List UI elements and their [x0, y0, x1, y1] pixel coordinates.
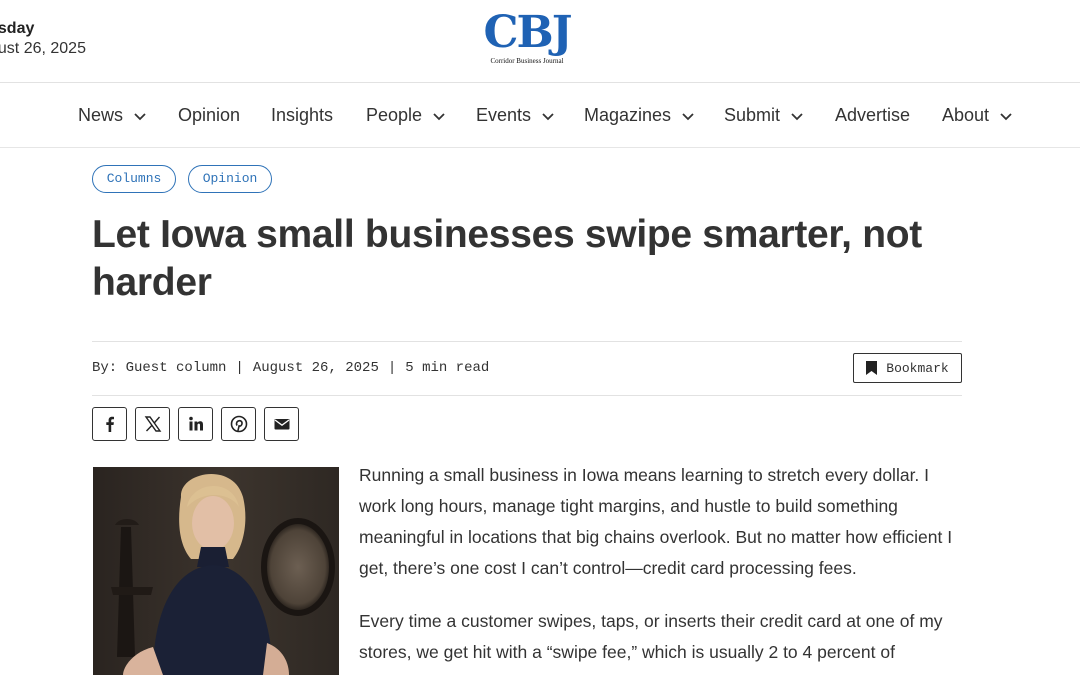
share-x-button[interactable]	[135, 407, 170, 441]
nav-item-news[interactable]: News	[78, 105, 147, 126]
logo-mark: CBJ	[483, 7, 572, 58]
facebook-icon	[105, 416, 114, 432]
nav-item-label: Magazines	[584, 105, 672, 125]
share-linkedin-button[interactable]	[178, 407, 213, 441]
logo-subtitle: Corridor Business Journal	[490, 57, 564, 65]
nav-item-submit[interactable]: Submit	[724, 105, 804, 126]
nav-item-opinion[interactable]: Opinion	[178, 105, 240, 126]
linkedin-icon	[188, 416, 203, 431]
current-date: esday gust 26, 2025	[0, 19, 86, 59]
chevron-down-icon	[682, 112, 694, 120]
meta-separator: |	[387, 360, 397, 376]
meta-separator: |	[235, 360, 244, 376]
main-navigation: News Opinion Insights People Events Maga…	[0, 84, 1080, 148]
nav-item-people[interactable]: People	[366, 105, 446, 126]
nav-item-magazines[interactable]: Magazines	[584, 105, 695, 126]
weekday-label: esday	[0, 20, 35, 37]
read-time: 5 min read	[405, 360, 490, 376]
chevron-down-icon	[134, 112, 146, 120]
article-title: Let Iowa small businesses swipe smarter,…	[92, 213, 922, 304]
chevron-down-icon	[791, 112, 803, 120]
bookmark-button[interactable]: Bookmark	[853, 353, 962, 383]
nav-item-advertise[interactable]: Advertise	[835, 105, 910, 126]
x-icon	[144, 416, 161, 432]
nav-item-about[interactable]: About	[942, 105, 1013, 126]
date-label: gust 26, 2025	[0, 40, 86, 57]
nav-item-label: People	[366, 105, 423, 125]
pinterest-icon	[230, 415, 247, 433]
nav-item-label: Advertise	[835, 105, 911, 125]
author-photo	[93, 467, 339, 675]
nav-item-label: About	[942, 105, 990, 125]
nav-item-label: Events	[476, 105, 532, 125]
share-facebook-button[interactable]	[92, 407, 127, 441]
article-body: Running a small business in Iowa means l…	[359, 460, 965, 675]
tag-opinion[interactable]: Opinion	[188, 165, 272, 193]
article-paragraph: Running a small business in Iowa means l…	[359, 465, 953, 578]
chevron-down-icon	[433, 112, 445, 120]
nav-item-events[interactable]: Events	[476, 105, 555, 126]
nav-item-label: News	[78, 105, 124, 125]
divider	[92, 395, 962, 396]
chevron-down-icon	[542, 112, 554, 120]
nav-item-label: Opinion	[178, 105, 241, 125]
chevron-down-icon	[1000, 112, 1012, 120]
bookmark-label: Bookmark	[886, 360, 949, 376]
nav-item-label: Submit	[724, 105, 781, 125]
email-icon	[274, 419, 289, 430]
nav-item-insights[interactable]: Insights	[271, 105, 333, 126]
portrait-image	[93, 467, 339, 675]
divider	[92, 341, 962, 342]
bookmark-icon	[866, 361, 878, 375]
tag-columns[interactable]: Columns	[92, 165, 176, 193]
article-paragraph: Every time a customer swipes, taps, or i…	[359, 611, 943, 662]
site-header: esday gust 26, 2025 CBJ Corridor Busines…	[0, 0, 1080, 83]
site-logo[interactable]: CBJ Corridor Business Journal	[482, 10, 572, 68]
nav-item-label: Insights	[271, 105, 334, 125]
share-pinterest-button[interactable]	[221, 407, 256, 441]
share-email-button[interactable]	[264, 407, 299, 441]
byline: By: Guest column	[92, 360, 227, 376]
article-meta: By: Guest column | August 26, 2025 | 5 min r…	[92, 360, 489, 376]
publish-date: August 26, 2025	[252, 360, 379, 376]
